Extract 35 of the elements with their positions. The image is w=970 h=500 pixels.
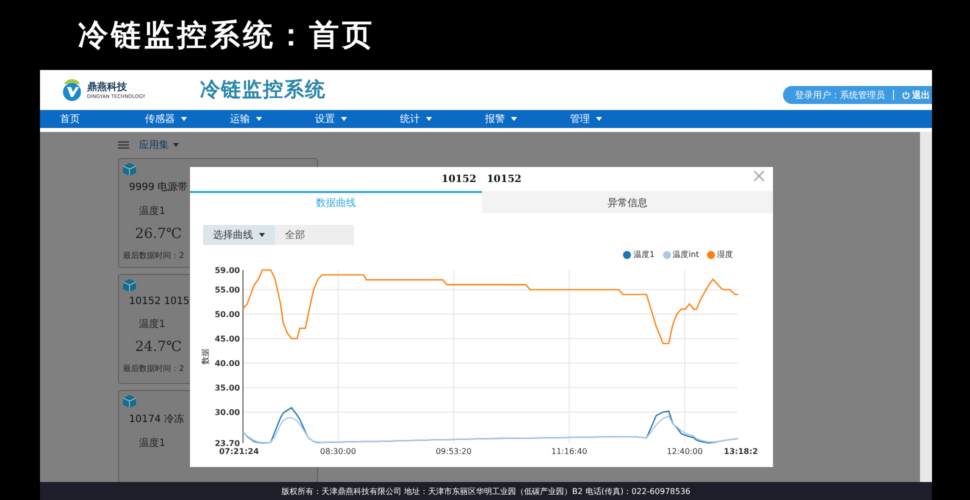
- y-tick-label: 40.00: [214, 359, 240, 368]
- card-title: 10152 1015: [129, 296, 190, 307]
- y-tick-label: 50.00: [214, 310, 240, 320]
- dialog-title: 10152 10152: [441, 174, 522, 185]
- page-title: 冷链监控系统：首页: [77, 16, 376, 54]
- y-tick-label: 30.00: [214, 408, 240, 418]
- sensor-name: 温度1: [138, 204, 166, 218]
- sensor-name: 温度1: [138, 436, 166, 450]
- last-data-time: 最后数据时间：2: [123, 250, 184, 261]
- footer-text: 版权所有：天津鼎燕科技有限公司 地址：天津市东丽区华明工业园（低碳产业园）B2 电话(传真)：022-60978536: [282, 486, 690, 496]
- user-label: 登录用户：系统管理员: [795, 90, 885, 102]
- y-tick-label: 35.00: [214, 384, 240, 393]
- legend-label: 湿度: [717, 249, 733, 260]
- y-tick-label: 55.00: [214, 286, 240, 295]
- y-axis-label: 数据: [201, 348, 210, 365]
- x-tick-label: 12:40:00: [666, 447, 703, 456]
- card-title: 10174 冷冻: [129, 412, 184, 426]
- legend-label: 温度1: [633, 249, 655, 260]
- y-tick-label: 23.70: [214, 439, 240, 448]
- x-tick-label: 11:16:40: [551, 447, 588, 456]
- legend-label: 温度int: [672, 249, 699, 260]
- sensor-name: 温度1: [138, 318, 166, 331]
- sensor-value: 26.7℃: [135, 226, 182, 242]
- last-data-time: 最后数据时间：2: [123, 363, 184, 374]
- x-tick-label: 08:30:00: [320, 447, 356, 456]
- x-tick-label: 09:53:20: [436, 447, 472, 456]
- y-tick-label: 45.00: [214, 334, 240, 344]
- sensor-value: 24.7℃: [135, 339, 182, 355]
- logo-name: 鼎燕科技: [87, 80, 128, 94]
- card-title: 9999 电源带: [129, 180, 188, 194]
- x-tick-label: 07:21:24: [219, 447, 259, 456]
- y-tick-label: 59.00: [214, 266, 240, 276]
- x-tick-label: 13:18:2: [724, 447, 758, 456]
- system-title: 冷链监控系统: [200, 76, 326, 104]
- selected-curve: 全部: [275, 224, 354, 246]
